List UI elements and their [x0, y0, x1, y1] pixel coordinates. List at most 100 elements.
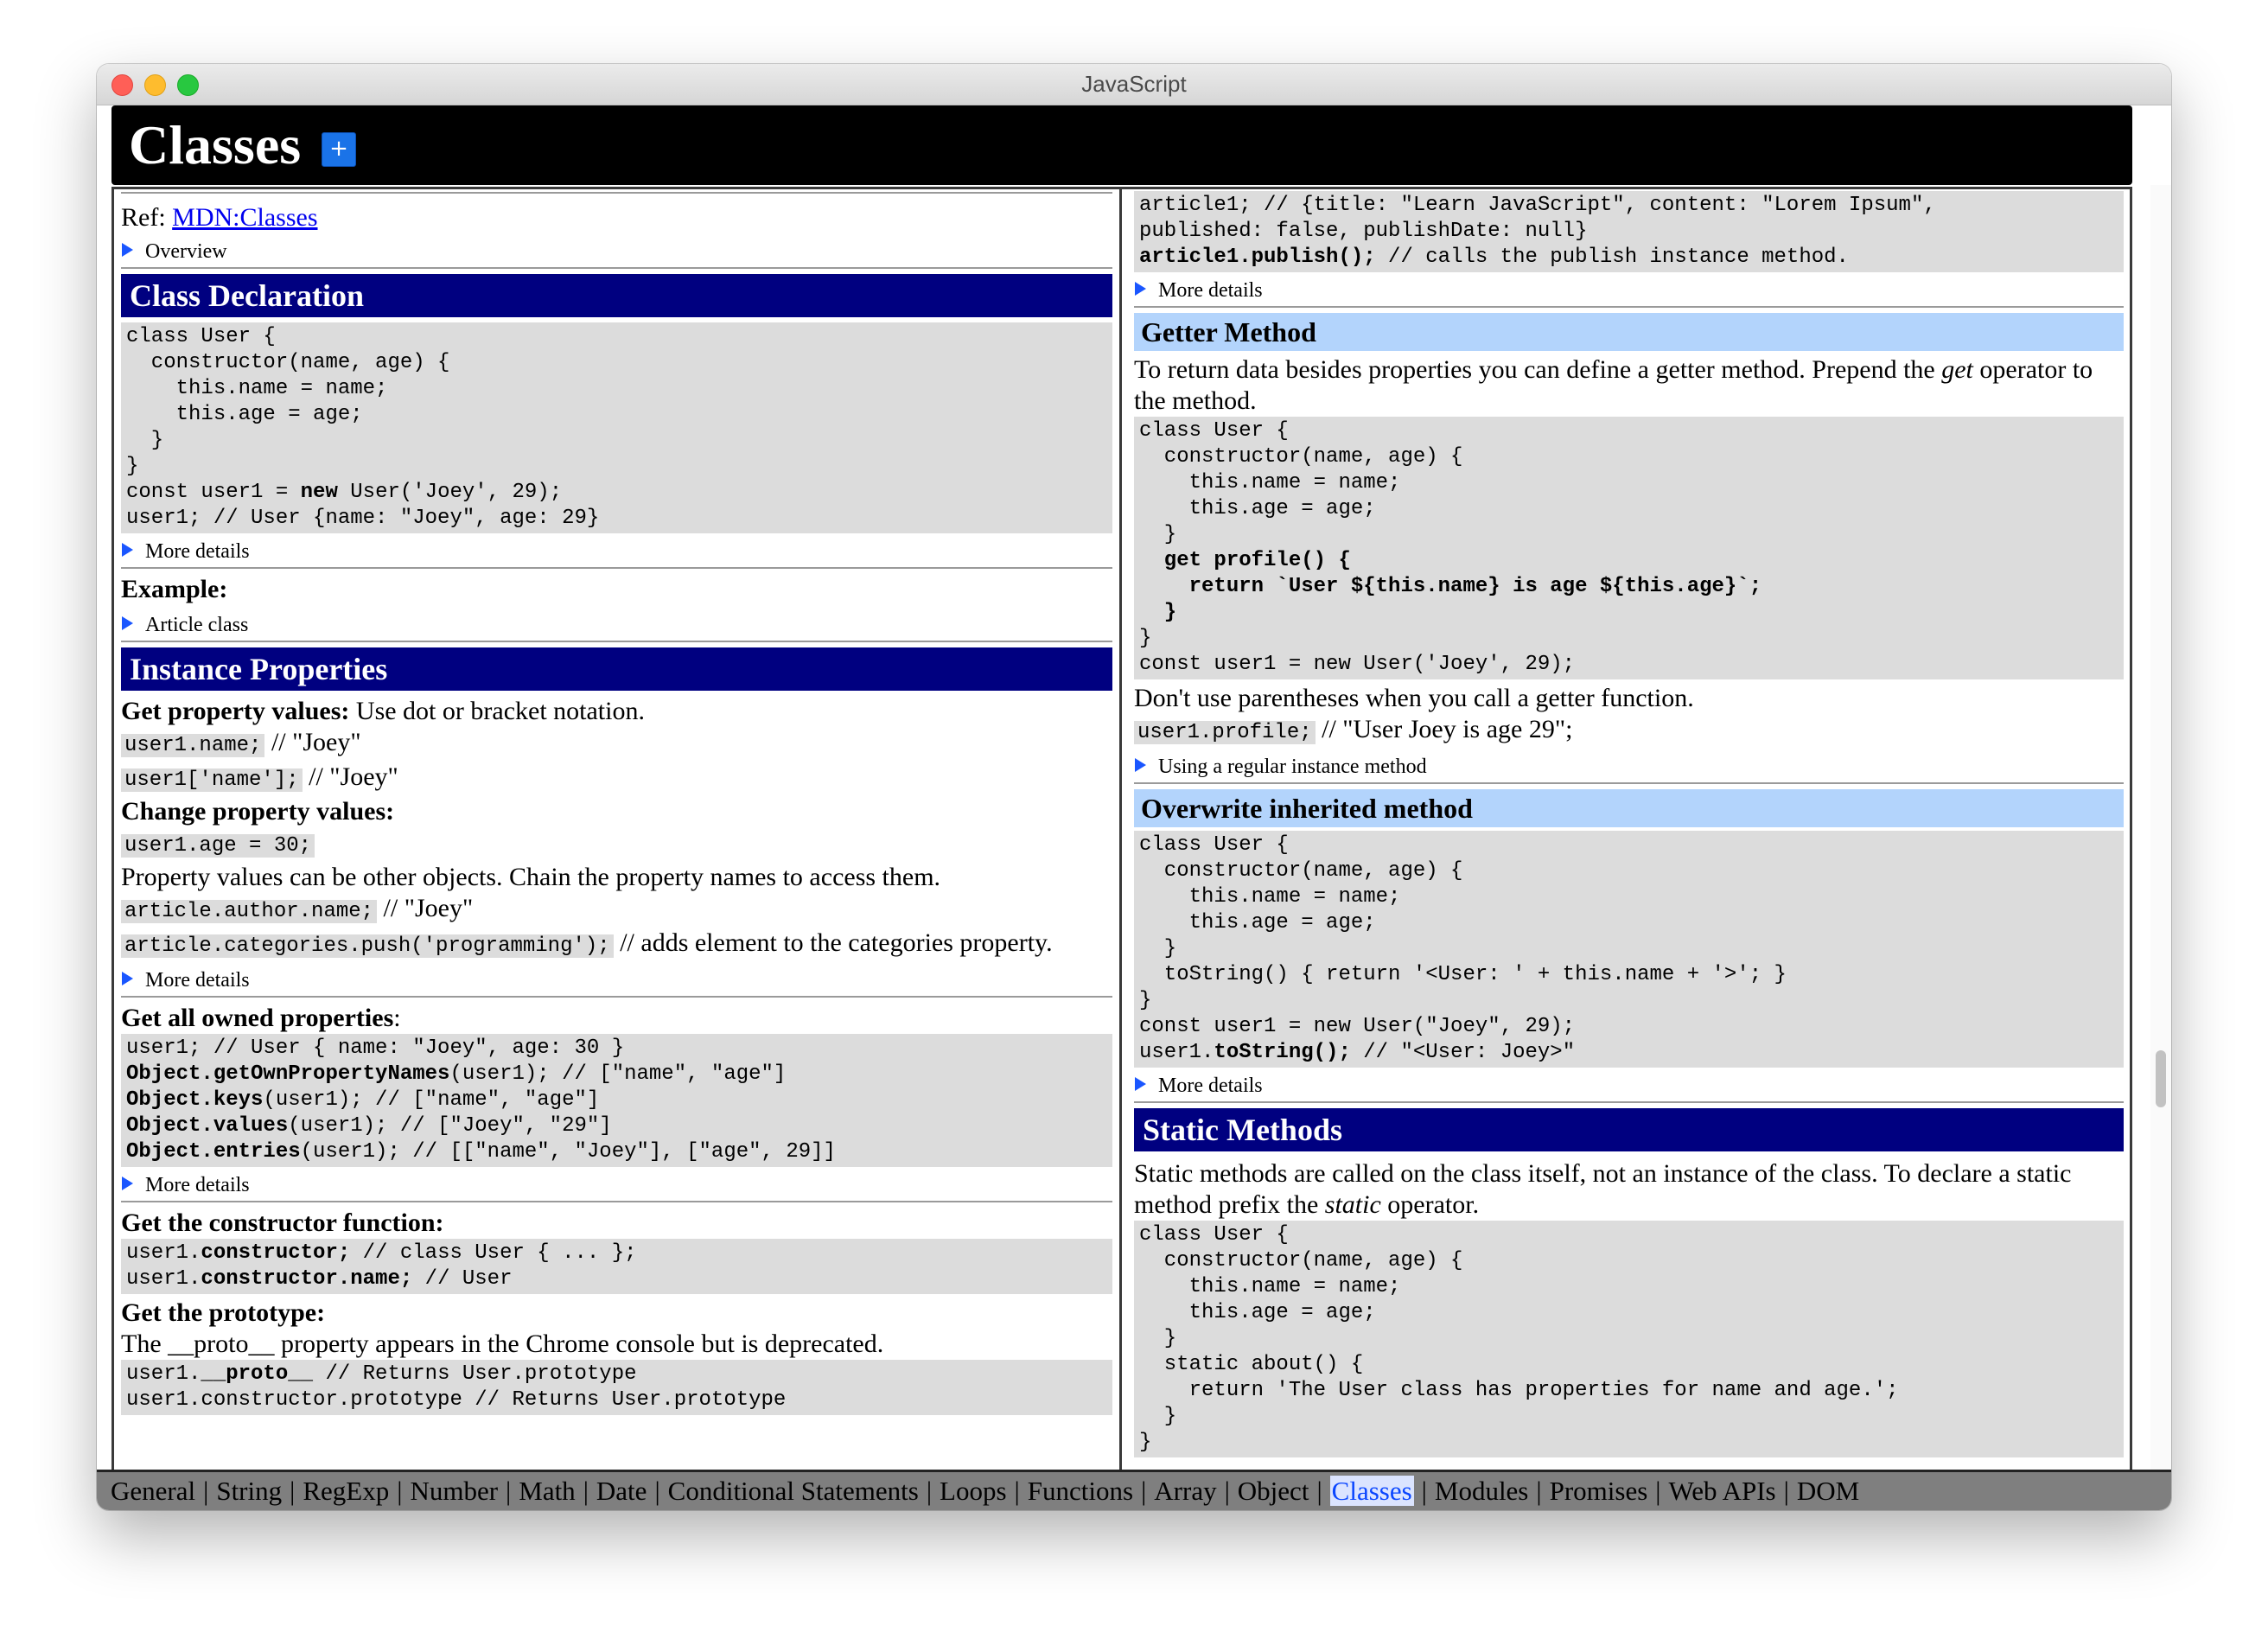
code-method: Object.entries — [126, 1140, 301, 1164]
overwrite-code: class User { constructor(name, age) { th… — [1134, 831, 2124, 1068]
nav-separator: | — [1316, 1476, 1322, 1506]
code-text: user1. — [1139, 1041, 1214, 1064]
nav-item-string[interactable]: String — [216, 1476, 282, 1506]
inline-code: user1['name']; — [121, 768, 303, 792]
article-class-toggle[interactable]: Article class — [121, 610, 1112, 642]
nav-item-general[interactable]: General — [111, 1476, 195, 1506]
code-text: (user1); // ["Joey", "29"] — [288, 1114, 612, 1138]
code-text: user1. — [126, 1362, 201, 1386]
content-area: Ref: MDN:Classes Overview Class Declarat… — [111, 187, 2132, 1510]
nav-separator: | — [397, 1476, 403, 1506]
static-code: class User { constructor(name, age) { th… — [1134, 1221, 2124, 1457]
prototype-code: user1.__proto__ // Returns User.prototyp… — [121, 1360, 1112, 1415]
code-line: article1; // {title: "Learn JavaScript",… — [1139, 194, 1936, 217]
text: Static methods are called on the class i… — [1134, 1159, 2072, 1219]
mdn-classes-link[interactable]: MDN:Classes — [172, 203, 317, 232]
code-text: User('Joey', 29); — [337, 481, 563, 504]
code-line: class User { — [1139, 1223, 1289, 1247]
owned-properties-title: Get all owned properties — [121, 1004, 394, 1032]
nav-item-modules[interactable]: Modules — [1435, 1476, 1529, 1506]
code-line: } — [126, 455, 139, 478]
comment-text: // "Joey" — [302, 762, 398, 791]
article-publish-code: article1; // {title: "Learn JavaScript",… — [1134, 191, 2124, 272]
get-property-values-text: Get property values: Use dot or bracket … — [121, 696, 1112, 727]
code-line: } — [1139, 1431, 1152, 1454]
nav-item-object[interactable]: Object — [1238, 1476, 1309, 1506]
getter-method-heading: Getter Method — [1134, 313, 2124, 351]
code-line: this.age = age; — [126, 403, 363, 426]
code-keyword: new — [300, 481, 338, 504]
more-details-toggle[interactable]: More details — [121, 537, 1112, 569]
more-details-label: More details — [1158, 1075, 1263, 1097]
more-details-toggle[interactable]: More details — [1134, 276, 2124, 308]
nav-separator: | — [506, 1476, 512, 1506]
nav-item-functions[interactable]: Functions — [1028, 1476, 1133, 1506]
profile-line: user1.profile; // "User Joey is age 29"; — [1134, 714, 2124, 749]
code-line: const user1 = new User('Joey', 29); — [1139, 653, 1576, 676]
more-details-toggle[interactable]: More details — [1134, 1071, 2124, 1103]
nav-separator: | — [1536, 1476, 1542, 1506]
prototype-label: Get the prototype: — [121, 1298, 326, 1327]
disclosure-triangle-icon — [1135, 1077, 1146, 1091]
nav-item-promises[interactable]: Promises — [1550, 1476, 1648, 1506]
code-line: this.name = name; — [1139, 1275, 1401, 1298]
nav-separator: | — [1224, 1476, 1230, 1506]
disclosure-triangle-icon — [1135, 758, 1146, 772]
code-line: } — [1139, 1327, 1177, 1350]
nav-item-array[interactable]: Array — [1154, 1476, 1216, 1506]
nav-separator: | — [203, 1476, 209, 1506]
code-text: user1. — [126, 1241, 201, 1265]
right-column: article1; // {title: "Learn JavaScript",… — [1134, 189, 2124, 1510]
nav-separator: | — [1783, 1476, 1789, 1506]
more-details-label: More details — [145, 540, 250, 563]
article-class-label: Article class — [145, 614, 249, 636]
code-line: constructor(name, age) { — [126, 351, 450, 374]
code-line: Object.entries(user1); // [["name", "Joe… — [126, 1139, 1107, 1165]
code-text: // calls the publish instance method. — [1375, 246, 1849, 269]
class-declaration-code: class User { constructor(name, age) { th… — [121, 322, 1112, 533]
text: To return data besides properties you ca… — [1134, 355, 1942, 384]
disclosure-triangle-icon — [122, 616, 133, 630]
nav-separator: | — [1655, 1476, 1661, 1506]
page-scrollbar[interactable] — [2150, 185, 2171, 1470]
left-column: Ref: MDN:Classes Overview Class Declarat… — [121, 189, 1112, 1510]
more-details-label: More details — [145, 969, 250, 992]
nav-separator: | — [290, 1476, 296, 1506]
code-line: const user1 = new User("Joey", 29); — [1139, 1015, 1576, 1038]
nav-item-regexp[interactable]: RegExp — [303, 1476, 389, 1506]
disclosure-triangle-icon — [122, 972, 133, 985]
chain-properties-text: Property values can be other objects. Ch… — [121, 863, 941, 891]
code-line: toString() { return '<User: ' + this.nam… — [1139, 963, 1787, 986]
more-details-label: More details — [1158, 279, 1263, 302]
scrollbar-thumb[interactable] — [2156, 1050, 2166, 1107]
disclosure-triangle-icon — [122, 543, 133, 557]
nav-separator: | — [926, 1476, 933, 1506]
comment-text: // "Joey" — [264, 728, 361, 756]
nav-item-dom[interactable]: DOM — [1797, 1476, 1859, 1506]
nav-item-conditional-statements[interactable]: Conditional Statements — [668, 1476, 919, 1506]
code-line: Object.keys(user1); // ["name", "age"] — [126, 1087, 1107, 1113]
nav-item-date[interactable]: Date — [596, 1476, 647, 1506]
code-line: this.name = name; — [126, 377, 388, 400]
code-line: class User { — [126, 325, 276, 348]
owned-properties-label: Get all owned properties: — [121, 1003, 1112, 1034]
nav-item-web-apis[interactable]: Web APIs — [1669, 1476, 1776, 1506]
more-details-toggle[interactable]: More details — [121, 966, 1112, 998]
code-line: user1.toString(); // "<User: Joey>" — [1139, 1040, 2118, 1066]
disclosure-triangle-icon — [122, 1177, 133, 1190]
add-button[interactable]: + — [322, 132, 356, 167]
overview-toggle[interactable]: Overview — [121, 237, 1112, 269]
more-details-toggle[interactable]: More details — [121, 1170, 1112, 1202]
regular-method-toggle[interactable]: Using a regular instance method — [1134, 752, 2124, 784]
nav-item-number[interactable]: Number — [410, 1476, 498, 1506]
page-title: Classes — [129, 114, 302, 175]
page-header: Classes + — [111, 105, 2132, 185]
code-line: user1; // User { name: "Joey", age: 30 } — [126, 1036, 625, 1060]
inline-code: user1.age = 30; — [121, 834, 315, 858]
code-line: } — [1139, 989, 1152, 1012]
getter-code: class User { constructor(name, age) { th… — [1134, 417, 2124, 679]
nav-item-classes[interactable]: Classes — [1329, 1476, 1414, 1506]
nav-item-math[interactable]: Math — [519, 1476, 575, 1506]
nav-item-loops[interactable]: Loops — [940, 1476, 1007, 1506]
title-bar: JavaScript — [97, 64, 2171, 105]
